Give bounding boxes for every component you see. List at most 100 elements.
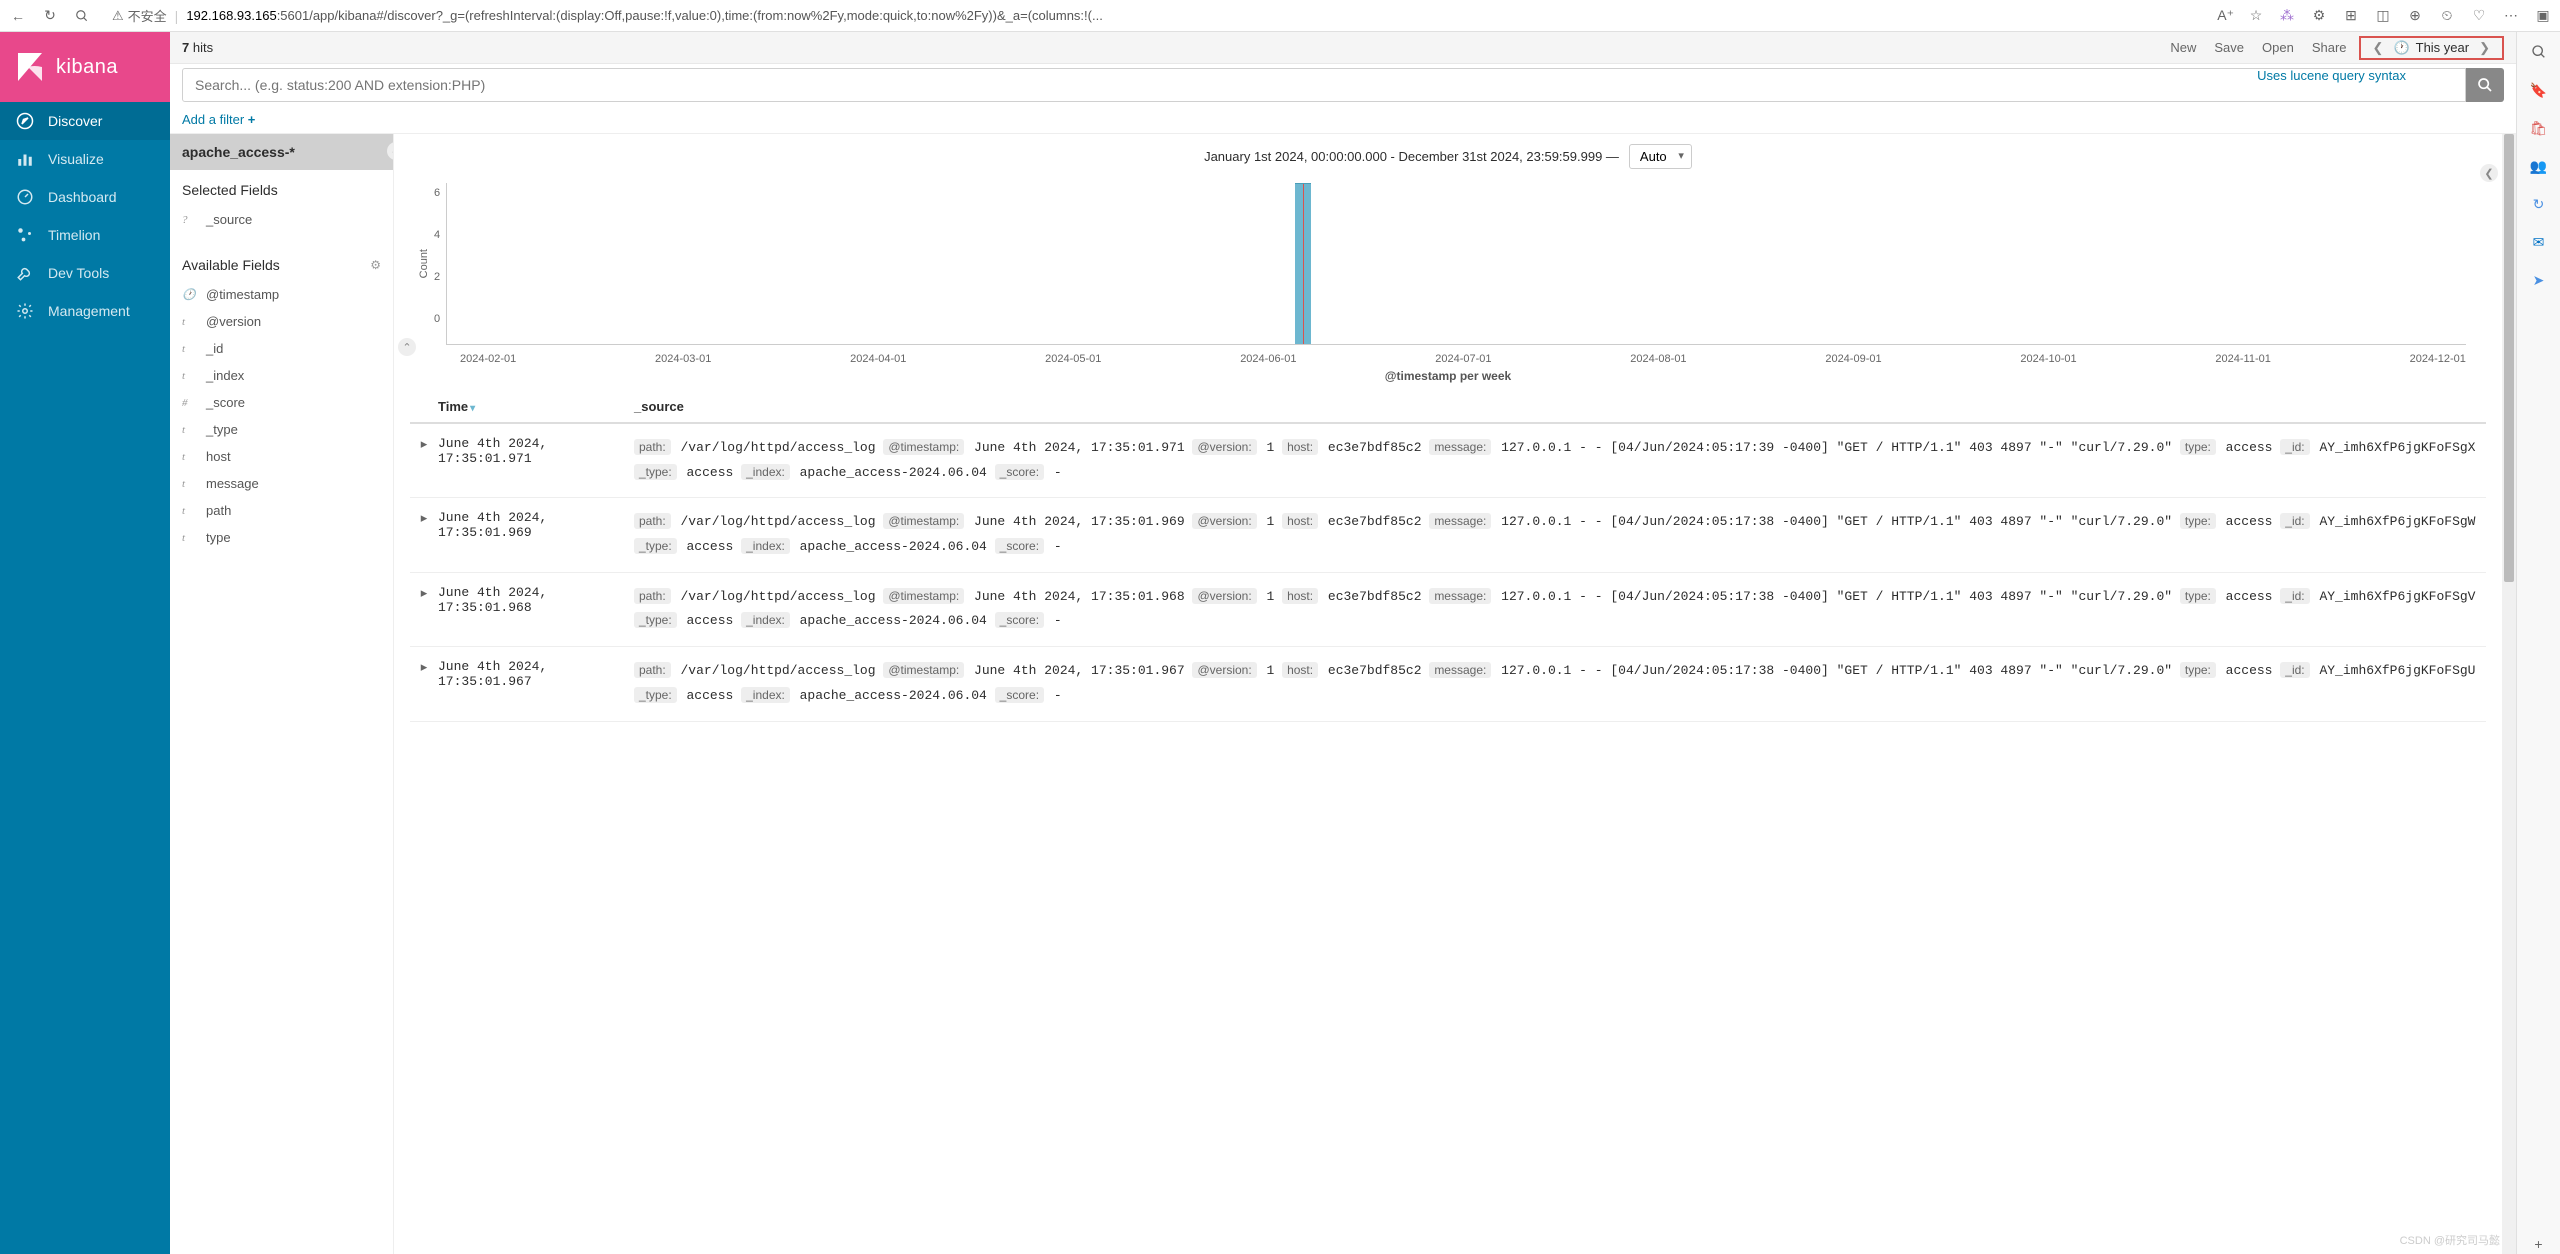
new-button[interactable]: New <box>2170 40 2196 55</box>
x-tick: 2024-05-01 <box>1045 353 1101 365</box>
add-filter-button[interactable]: Add a filter + <box>182 112 255 127</box>
rail-shopping-icon[interactable]: 🛍 <box>2529 118 2549 138</box>
field-name: @timestamp <box>206 287 279 302</box>
time-prev-icon[interactable]: ❮ <box>2369 40 2388 56</box>
clock-scatter-icon <box>16 226 34 244</box>
rail-search-icon[interactable] <box>2529 42 2549 62</box>
row-source: path: /var/log/httpd/access_log @timesta… <box>634 585 2486 634</box>
nav-label: Dev Tools <box>48 265 109 281</box>
watermark: CSDN @研究司马懿 <box>2400 1232 2500 1248</box>
time-next-icon[interactable]: ❯ <box>2475 40 2494 56</box>
index-pattern-selector[interactable]: apache_access-* ❮ <box>170 134 393 170</box>
selected-fields-title: Selected Fields <box>182 182 381 198</box>
nav-label: Management <box>48 303 130 319</box>
x-tick: 2024-06-01 <box>1240 353 1296 365</box>
field-name: type <box>206 530 231 545</box>
field-type[interactable]: t_type <box>182 416 381 443</box>
field-id[interactable]: t_id <box>182 335 381 362</box>
main-content: 7 hits NewSaveOpenShare ❮ 🕐 This year ❯ … <box>170 32 2516 1254</box>
field-index[interactable]: t_index <box>182 362 381 389</box>
field-key: @timestamp: <box>883 588 964 604</box>
collapse-fields-icon[interactable]: ❮ <box>387 142 394 160</box>
time-picker[interactable]: ❮ 🕐 This year ❯ <box>2359 36 2504 60</box>
scrollbar[interactable] <box>2502 134 2516 1254</box>
y-tick: 4 <box>434 229 440 241</box>
rail-people-icon[interactable]: 👥 <box>2529 156 2549 176</box>
search-bar: Uses lucene query syntax <box>170 64 2516 106</box>
source-column-header[interactable]: _source <box>634 399 684 414</box>
field-score[interactable]: #_score <box>182 389 381 416</box>
field-message[interactable]: tmessage <box>182 470 381 497</box>
expand-row-icon[interactable]: ▸ <box>410 510 438 559</box>
field-timestamp[interactable]: 🕐@timestamp <box>182 281 381 308</box>
rail-tag-icon[interactable]: 🔖 <box>2529 80 2549 100</box>
field-name: path <box>206 503 231 518</box>
histogram-chart[interactable]: Count 6420 <box>410 179 2486 349</box>
lucene-hint-link[interactable]: Uses lucene query syntax <box>2257 68 2406 83</box>
rail-send-icon[interactable]: ➤ <box>2529 270 2549 290</box>
kibana-sidebar: kibana DiscoverVisualizeDashboardTimelio… <box>0 32 170 1254</box>
nav-item-timelion[interactable]: Timelion <box>0 216 170 254</box>
field-key: path: <box>634 662 671 678</box>
open-button[interactable]: Open <box>2262 40 2294 55</box>
scrollbar-thumb[interactable] <box>2504 134 2514 582</box>
field-name: message <box>206 476 259 491</box>
field-key: type: <box>2180 439 2216 455</box>
reader-mode-icon[interactable]: A⁺ <box>2217 7 2234 24</box>
bar-chart-icon <box>16 150 34 168</box>
field-version[interactable]: t@version <box>182 308 381 335</box>
more-icon[interactable]: ⋯ <box>2502 7 2520 25</box>
nav-item-discover[interactable]: Discover <box>0 102 170 140</box>
share-button[interactable]: Share <box>2312 40 2347 55</box>
field-key: message: <box>1429 588 1491 604</box>
rail-add-icon[interactable]: + <box>2529 1234 2549 1254</box>
extension-brain-icon[interactable]: ⁂ <box>2278 7 2296 25</box>
kibana-logo[interactable]: kibana <box>0 32 170 102</box>
clock-icon: 🕐 <box>2393 40 2409 56</box>
favorite-icon[interactable]: ☆ <box>2246 6 2266 26</box>
field-source[interactable]: ?_source <box>182 206 381 233</box>
time-column-header[interactable]: Time▾ <box>438 399 634 414</box>
field-type[interactable]: ttype <box>182 524 381 551</box>
field-key: _score: <box>995 538 1044 554</box>
expand-row-icon[interactable]: ▸ <box>410 436 438 485</box>
nav-item-dashboard[interactable]: Dashboard <box>0 178 170 216</box>
back-button[interactable]: ← <box>8 6 28 26</box>
field-path[interactable]: tpath <box>182 497 381 524</box>
browser-search-button[interactable] <box>72 6 92 26</box>
save-button[interactable]: Save <box>2214 40 2244 55</box>
x-tick: 2024-10-01 <box>2020 353 2076 365</box>
rail-refresh-icon[interactable]: ↻ <box>2529 194 2549 214</box>
chart-y-label: Count <box>414 249 434 278</box>
interval-select[interactable]: Auto <box>1629 144 1692 169</box>
search-button[interactable] <box>2466 68 2504 102</box>
nav-item-visualize[interactable]: Visualize <box>0 140 170 178</box>
extension-puzzle-icon[interactable]: ⊞ <box>2342 7 2360 25</box>
y-tick: 0 <box>434 313 440 325</box>
expand-row-icon[interactable]: ▸ <box>410 585 438 634</box>
field-settings-icon[interactable]: ⚙ <box>370 258 381 272</box>
extension-performance-icon[interactable]: ⏲ <box>2438 7 2456 25</box>
extension-heart-icon[interactable]: ♡ <box>2470 7 2488 25</box>
chart-bar[interactable] <box>1295 183 1311 344</box>
field-key: _index: <box>741 687 790 703</box>
extension-collections-icon[interactable]: ⊕ <box>2406 7 2424 25</box>
expand-chart-icon[interactable]: ⌃ <box>398 338 416 356</box>
sidebar-toggle-icon[interactable]: ▣ <box>2534 7 2552 25</box>
nav-item-dev-tools[interactable]: Dev Tools <box>0 254 170 292</box>
available-fields-title: Available Fields <box>182 257 280 273</box>
extension-split-icon[interactable]: ◫ <box>2374 7 2392 25</box>
search-input[interactable] <box>182 68 2466 102</box>
extension-settings-icon[interactable]: ⚙ <box>2310 7 2328 25</box>
x-tick: 2024-09-01 <box>1825 353 1881 365</box>
field-type-icon: # <box>182 397 196 409</box>
chart-x-label: @timestamp per week <box>410 365 2486 391</box>
address-bar[interactable]: ⚠ 不安全 | 192.168.93.165:5601/app/kibana#/… <box>104 6 2205 25</box>
rail-outlook-icon[interactable]: ✉ <box>2529 232 2549 252</box>
table-row: ▸ June 4th 2024, 17:35:01.967 path: /var… <box>410 647 2486 721</box>
expand-row-icon[interactable]: ▸ <box>410 659 438 708</box>
refresh-button[interactable]: ↻ <box>40 6 60 26</box>
field-host[interactable]: thost <box>182 443 381 470</box>
nav-item-management[interactable]: Management <box>0 292 170 330</box>
discover-topbar: 7 hits NewSaveOpenShare ❮ 🕐 This year ❯ <box>170 32 2516 64</box>
